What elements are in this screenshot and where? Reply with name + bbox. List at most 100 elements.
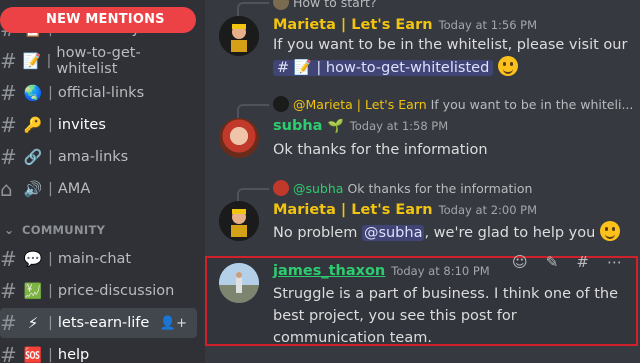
message-header: james_thaxon Today at 8:10 PM (273, 263, 490, 279)
channel-separator: | (48, 315, 53, 331)
sprout-badge-icon: 🌱 (327, 119, 344, 134)
reply-preview[interactable]: How to start? (237, 0, 377, 16)
stage-icon: ⌂ (0, 177, 13, 201)
sos-icon: 🆘 (23, 346, 43, 363)
message-text: Struggle is a part of business. I think … (273, 286, 618, 346)
reply-text: If you want to be in the whiteli... (430, 96, 634, 112)
reply-avatar (273, 96, 289, 112)
message-text: , we're glad to help you (424, 225, 596, 241)
lightning-icon: ⚡ (27, 314, 39, 332)
channel-separator: | (48, 149, 53, 165)
channel-label: price-discussion (57, 283, 175, 299)
author-name[interactable]: Marieta | Let's Earn (273, 17, 433, 33)
grinning-face-icon (497, 56, 518, 76)
hash-icon: # (0, 343, 17, 363)
message-header: Marieta | Let's Earn Today at 2:00 PM (273, 202, 537, 218)
avatar[interactable] (219, 263, 259, 303)
channel-how-to-get-whitelist[interactable]: # 📝 | how-to-get-whitelist (0, 45, 197, 77)
channel-invites[interactable]: # 🔑 | invites (0, 110, 197, 140)
add-member-icon[interactable]: 👤+ (160, 316, 187, 331)
message-text: No problem (273, 225, 358, 241)
message-text: If you want to be in the whitelist, plea… (273, 37, 628, 53)
reply-avatar (273, 0, 289, 10)
message-header: subha 🌱 Today at 1:58 PM (273, 118, 448, 134)
channel-separator: | (48, 283, 53, 299)
channel-mention-link[interactable]: # 📝 | how-to-get-whitelisted (273, 60, 494, 76)
avatar[interactable] (219, 16, 259, 56)
channel-separator: | (46, 53, 52, 69)
globe-icon: 🌏 (23, 84, 43, 102)
channel-ama[interactable]: ⌂ 🔊 | AMA (0, 174, 197, 204)
key-icon: 🔑 (23, 116, 43, 134)
grinning-face-icon (599, 221, 620, 241)
avatar[interactable] (219, 201, 259, 241)
channel-lets-earn-life[interactable]: # ⚡ | lets-earn-life 👤+ (0, 308, 197, 338)
reply-avatar (273, 180, 289, 196)
timestamp: Today at 8:10 PM (391, 264, 490, 278)
message-content: If you want to be in the whitelist, plea… (273, 34, 633, 79)
add-reaction-icon[interactable]: ☺ (512, 253, 528, 271)
author-name[interactable]: james_thaxon (273, 263, 385, 279)
message-content: No problem @subha, we're glad to help yo… (273, 221, 620, 244)
reply-author: @subha (293, 180, 344, 196)
category-community[interactable]: ⌄ COMMUNITY (4, 223, 105, 237)
chart-icon: 💹 (23, 282, 43, 300)
reply-spine (237, 104, 269, 118)
avatar-image (219, 201, 259, 241)
hash-icon: # (0, 311, 17, 335)
more-icon[interactable]: ⋯ (607, 253, 622, 271)
reply-text: How to start? (293, 0, 377, 10)
avatar-image (219, 263, 259, 303)
channel-separator: | (48, 117, 53, 133)
speaker-icon: 🔊 (23, 180, 43, 198)
avatar[interactable] (219, 118, 259, 158)
user-mention[interactable]: @subha (361, 225, 425, 241)
hash-icon: # (0, 81, 17, 105)
channel-label: invites (57, 117, 106, 133)
channel-label: how-to-get-whitelist (56, 45, 141, 77)
channel-separator: | (48, 181, 53, 197)
timestamp: Today at 1:58 PM (349, 119, 449, 133)
author-name[interactable]: subha (273, 118, 322, 134)
category-label: COMMUNITY (22, 223, 106, 237)
channel-separator: | (48, 347, 53, 363)
reply-spine (237, 188, 269, 202)
channel-price-discussion[interactable]: # 💹 | price-discussion (0, 276, 197, 306)
reply-preview[interactable]: @Marieta | Let's Earn If you want to be … (237, 96, 634, 118)
edit-icon[interactable]: ✎ (546, 253, 559, 271)
paperclips-icon: 🔗 (23, 148, 43, 166)
message-text: Ok thanks for the information (273, 142, 488, 158)
avatar-image (219, 16, 259, 56)
channel-main-chat[interactable]: # 💬 | main-chat (0, 244, 197, 274)
hash-icon: # (0, 247, 17, 271)
channel-label: AMA (57, 181, 91, 197)
hash-icon: # (0, 113, 17, 137)
channel-label: main-chat (57, 251, 132, 267)
reply-author: @Marieta | Let's Earn (293, 96, 427, 112)
channel-label: official-links (57, 85, 145, 101)
reply-preview[interactable]: @subha Ok thanks for the information (237, 180, 533, 202)
create-thread-icon[interactable]: # (576, 253, 589, 271)
reply-text: Ok thanks for the information (347, 180, 533, 196)
memo-icon: 📝 (22, 52, 42, 70)
channel-official-links[interactable]: # 🌏 | official-links (0, 78, 197, 108)
channel-separator: | (48, 85, 53, 101)
channel-help[interactable]: # 🆘 | help (0, 340, 197, 363)
message-list: How to start? Marieta | Let's Earn Today … (205, 0, 640, 363)
channel-ama-links[interactable]: # 🔗 | ama-links (0, 142, 197, 172)
channel-label: ama-links (57, 149, 129, 165)
hash-icon: # (0, 279, 17, 303)
new-mentions-banner[interactable]: NEW MENTIONS (0, 7, 196, 33)
reply-spine (237, 2, 269, 16)
message-toolbar: ☺ ✎ # ⋯ (503, 248, 631, 276)
message-header: Marieta | Let's Earn Today at 1:56 PM (273, 17, 537, 33)
channel-label: help (57, 347, 90, 363)
channel-separator: | (48, 251, 53, 267)
timestamp: Today at 2:00 PM (438, 203, 538, 217)
hash-icon: # (0, 49, 17, 73)
channel-label: lets-earn-life (57, 315, 150, 331)
speech-bubble-icon: 💬 (23, 250, 43, 268)
author-name[interactable]: Marieta | Let's Earn (273, 202, 433, 218)
channel-sidebar: # 📋 | how-to-buy NEW MENTIONS # 📝 | how-… (0, 0, 205, 363)
chevron-down-icon: ⌄ (4, 223, 15, 237)
